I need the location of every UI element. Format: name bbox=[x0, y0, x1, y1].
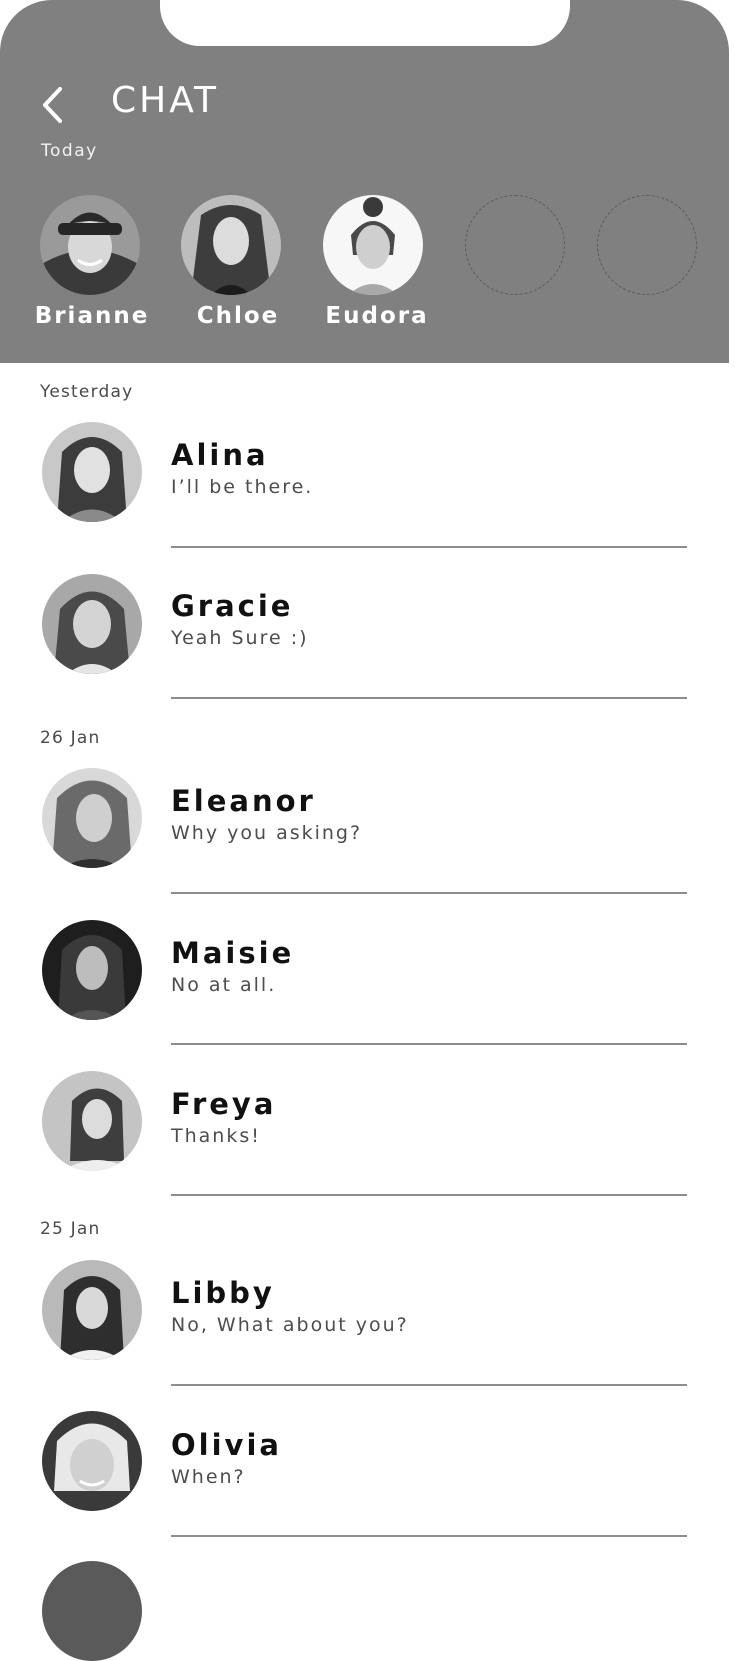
empty-story-slot[interactable] bbox=[465, 195, 565, 295]
contact-name: Libby bbox=[171, 1276, 275, 1310]
chat-row-freya[interactable]: Freya Thanks! bbox=[0, 1069, 729, 1219]
divider bbox=[171, 1194, 687, 1196]
section-label-25-jan: 25 Jan bbox=[40, 1219, 101, 1239]
contact-name: Freya bbox=[171, 1087, 277, 1121]
contact-name: Olivia bbox=[171, 1428, 282, 1462]
story-name: Brianne bbox=[34, 303, 150, 329]
last-message: Thanks! bbox=[171, 1125, 261, 1147]
avatar bbox=[42, 920, 142, 1020]
empty-story-slot[interactable] bbox=[597, 195, 697, 295]
chat-row-gracie[interactable]: Gracie Yeah Sure :) bbox=[0, 572, 729, 722]
contact-name: Maisie bbox=[171, 936, 295, 970]
last-message: Yeah Sure :) bbox=[171, 627, 309, 649]
avatar bbox=[42, 574, 142, 674]
story-name: Chloe bbox=[196, 303, 280, 329]
story-name: Eudora bbox=[325, 303, 429, 329]
last-message: Why you asking? bbox=[171, 822, 363, 844]
section-label-yesterday: Yesterday bbox=[40, 382, 134, 402]
divider bbox=[171, 1384, 687, 1386]
contact-name: Eleanor bbox=[171, 784, 316, 818]
avatar bbox=[42, 1411, 142, 1511]
avatar bbox=[42, 1561, 142, 1661]
story-avatar-chloe[interactable] bbox=[181, 195, 281, 295]
chat-header: CHAT Today Brianne Chloe Eudora bbox=[0, 0, 729, 363]
divider bbox=[171, 546, 687, 548]
last-message: No at all. bbox=[171, 974, 277, 996]
avatar bbox=[42, 1260, 142, 1360]
page-title: CHAT bbox=[111, 80, 220, 121]
divider bbox=[171, 892, 687, 894]
story-avatar-eudora[interactable] bbox=[323, 195, 423, 295]
contact-name: Alina bbox=[171, 438, 269, 472]
last-message: No, What about you? bbox=[171, 1314, 409, 1336]
last-message: I’ll be there. bbox=[171, 476, 314, 498]
device-notch bbox=[160, 0, 570, 46]
section-label-26-jan: 26 Jan bbox=[40, 728, 101, 748]
avatar bbox=[42, 768, 142, 868]
divider bbox=[171, 1535, 687, 1537]
avatar bbox=[42, 1071, 142, 1171]
today-label: Today bbox=[41, 141, 98, 161]
contact-name: Gracie bbox=[171, 589, 294, 623]
last-message: When? bbox=[171, 1466, 246, 1488]
divider bbox=[171, 1043, 687, 1045]
avatar bbox=[42, 422, 142, 522]
divider bbox=[171, 697, 687, 699]
back-icon[interactable] bbox=[40, 86, 66, 124]
chat-row-maisie[interactable]: Maisie No at all. bbox=[0, 918, 729, 1068]
story-avatar-brianne[interactable] bbox=[40, 195, 140, 295]
